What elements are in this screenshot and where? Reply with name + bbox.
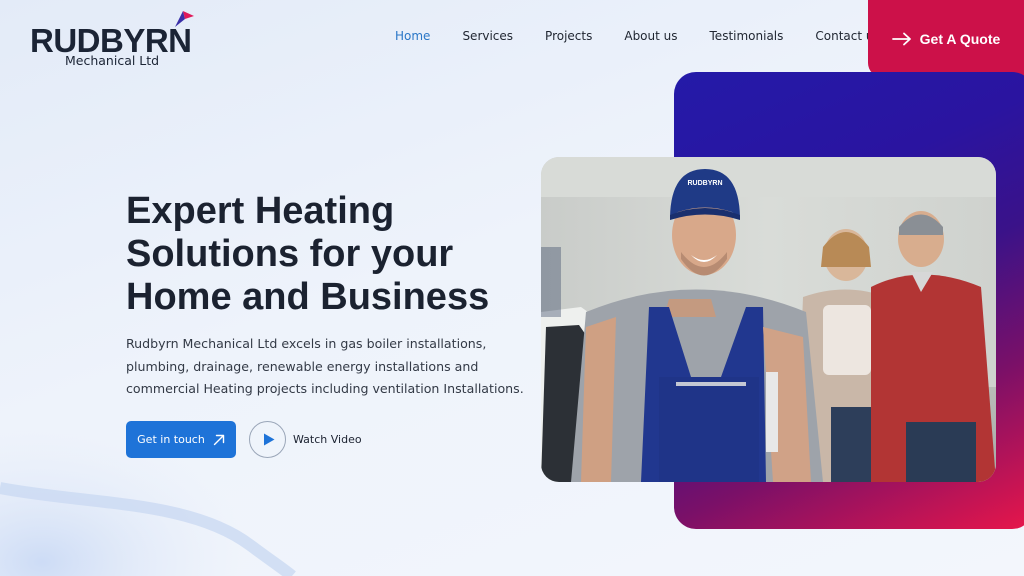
hero-description: Rudbyrn Mechanical Ltd excels in gas boi… [126,336,524,396]
cap-logo-text: RUDBYRN [688,180,723,187]
nav-services[interactable]: Services [462,28,513,44]
get-a-quote-button[interactable]: Get A Quote [868,0,1024,77]
play-icon [264,433,275,446]
get-in-touch-label: Get in touch [137,433,205,446]
get-in-touch-button[interactable]: Get in touch [126,421,236,458]
hero-title-line: Expert Heating [126,190,395,232]
nav-projects[interactable]: Projects [545,28,592,44]
logo-subtitle: Mechanical Ltd [65,53,160,68]
hero-title: Expert Heating Solutions for your Home a… [126,190,546,319]
play-button-circle[interactable] [249,421,286,458]
nav-about-us[interactable]: About us [624,28,677,44]
arrow-right-icon [891,32,911,45]
hero-title-line: Solutions for your [126,233,454,275]
get-a-quote-label: Get A Quote [919,30,1001,47]
main-nav: Home Services Projects About us Testimon… [395,28,912,44]
hero-photo: RUDBYRN [541,157,996,482]
watch-video-button[interactable]: Watch Video [249,421,362,458]
brand-logo[interactable]: RUDBYRN Mechanical Ltd [30,10,200,72]
watch-video-label: Watch Video [293,433,362,446]
hero-title-line: Home and Business [126,276,490,318]
nav-home[interactable]: Home [395,28,430,44]
nav-testimonials[interactable]: Testimonials [710,28,784,44]
arrow-up-right-icon [213,434,225,445]
